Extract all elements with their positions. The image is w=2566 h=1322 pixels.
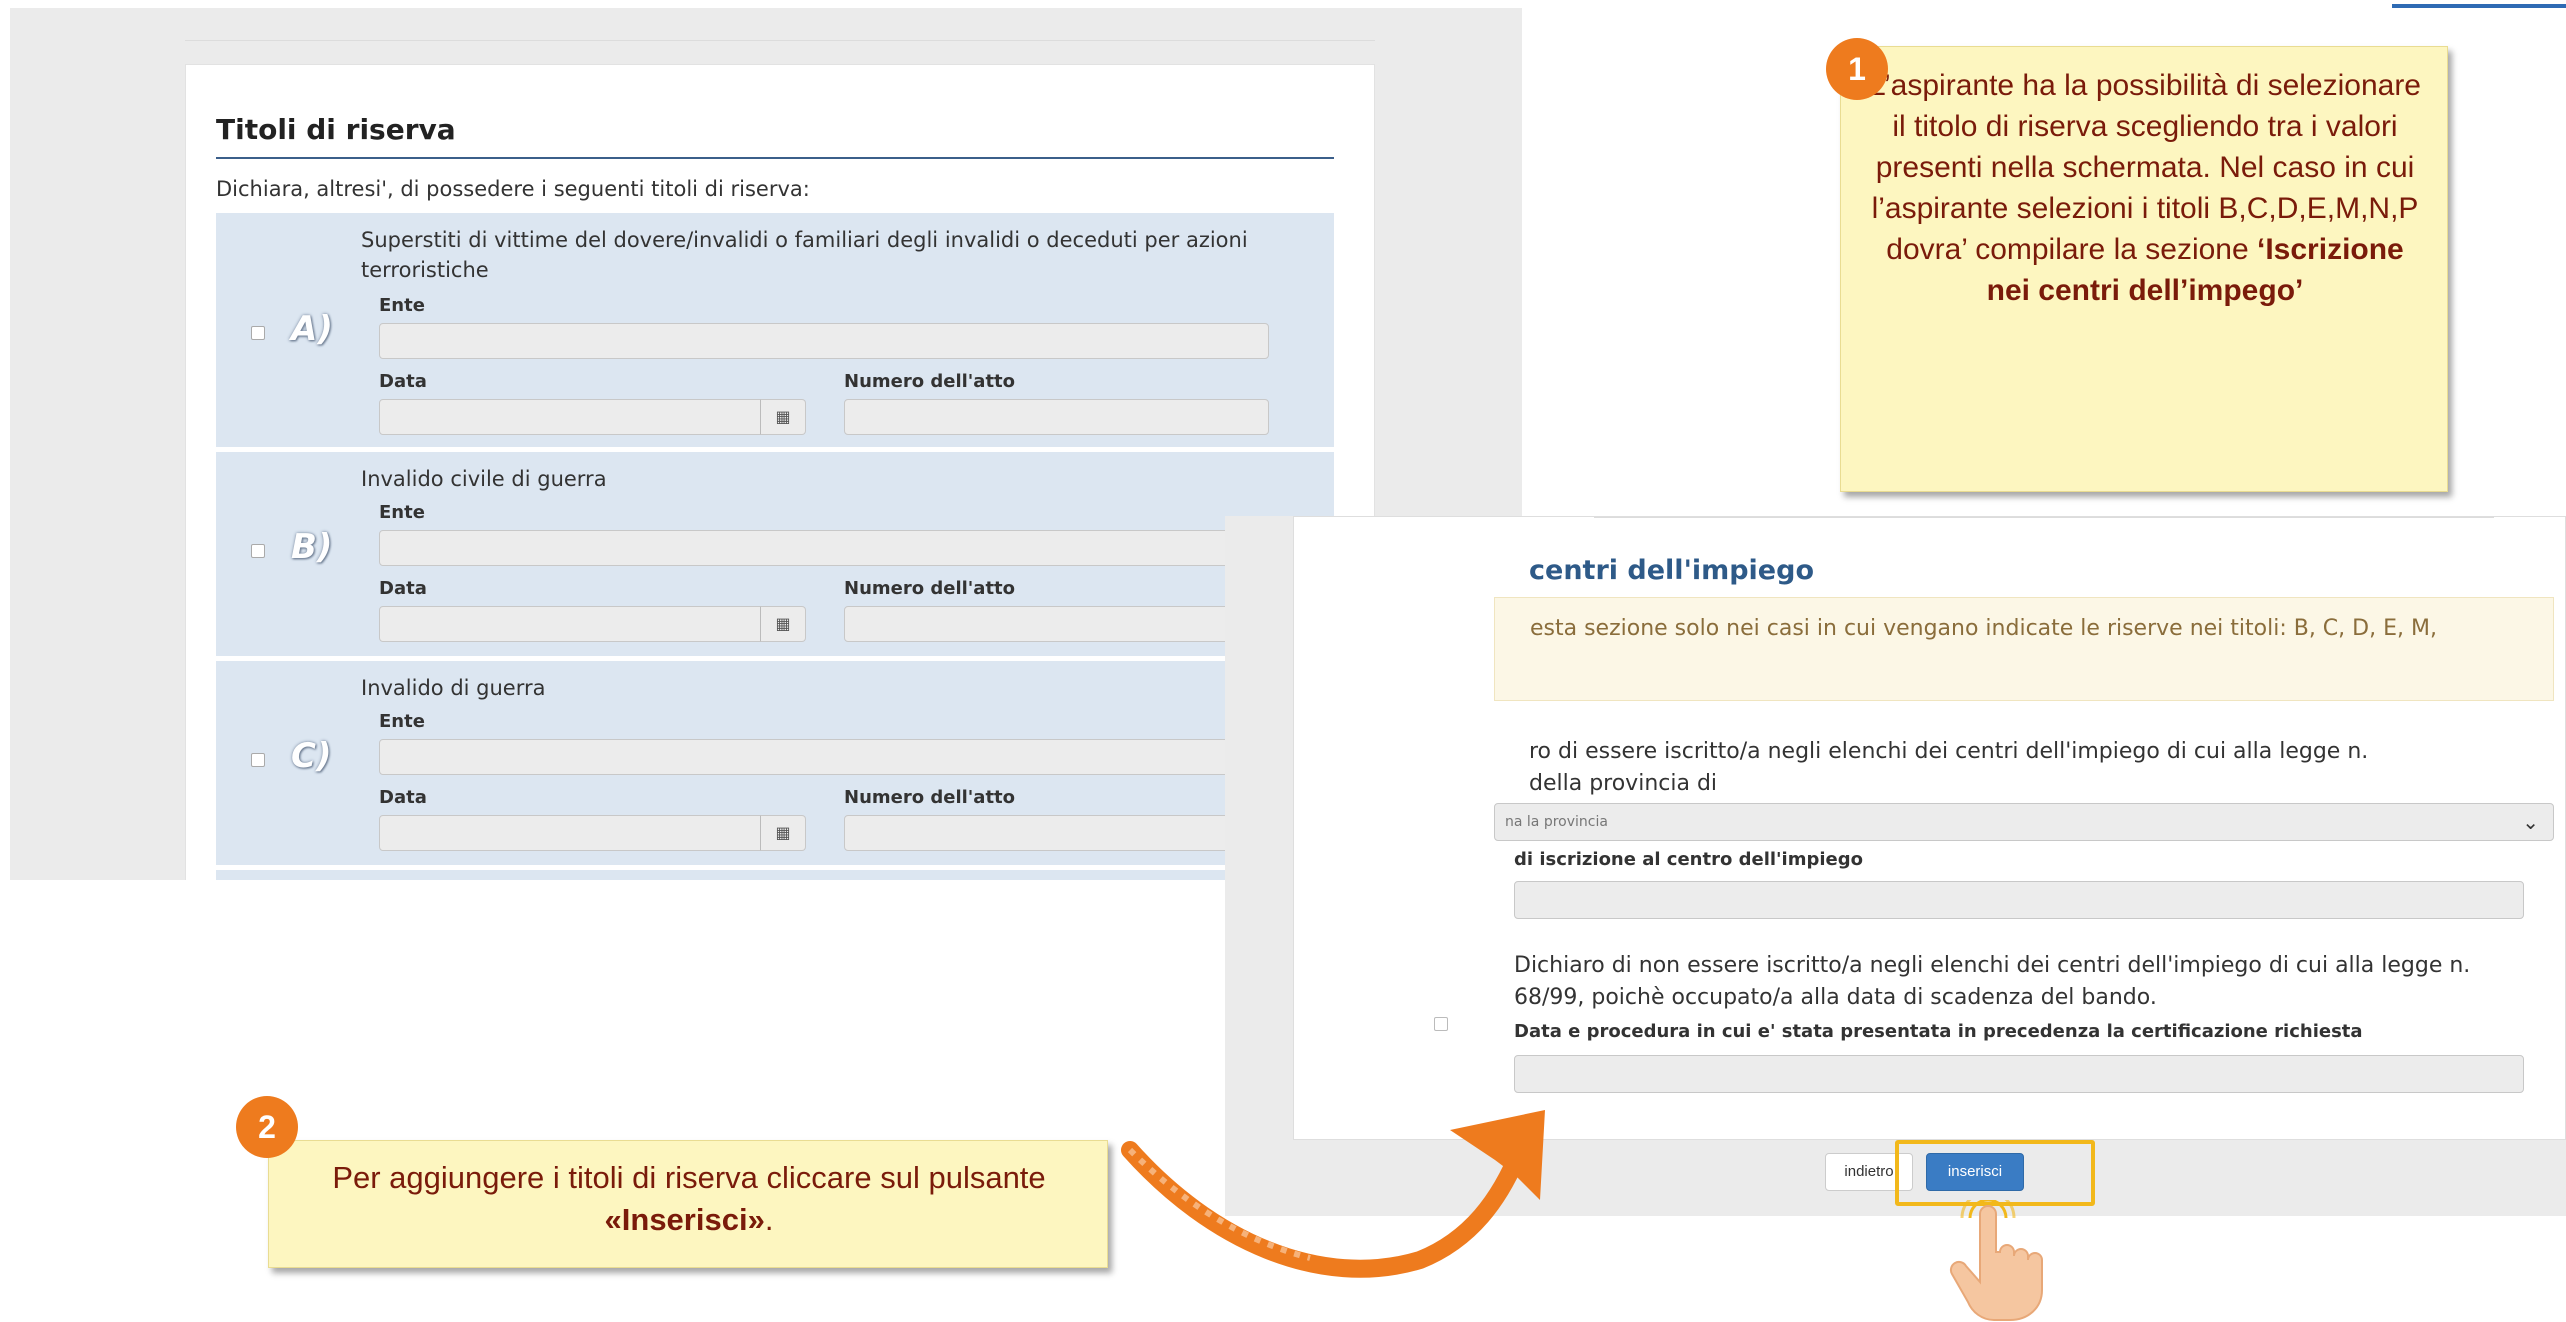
iscrizione-label: di iscrizione al centro dell'impiego bbox=[1514, 849, 1863, 870]
iscrizione-input[interactable] bbox=[1514, 881, 2524, 919]
province-select-value: na la provincia bbox=[1505, 814, 1608, 830]
numero-atto-input[interactable] bbox=[844, 399, 1269, 435]
centri-impiego-card: centri dell'impiego esta sezione solo ne… bbox=[1293, 516, 2566, 1140]
riserva-checkbox-b[interactable] bbox=[251, 544, 265, 558]
ente-label: Ente bbox=[379, 502, 425, 523]
chevron-down-icon: ⌄ bbox=[2522, 810, 2539, 834]
intro-text: Dichiara, altresi', di possedere i segue… bbox=[216, 177, 810, 201]
certificazione-label: Data e procedura in cui e' stata present… bbox=[1514, 1021, 2363, 1042]
step-badge-1: 1 bbox=[1826, 38, 1888, 100]
title-underline bbox=[216, 157, 1334, 159]
step-badge-2: 2 bbox=[236, 1096, 298, 1158]
warning-text: esta sezione solo nei casi in cui vengan… bbox=[1530, 616, 2437, 641]
divider bbox=[185, 40, 1375, 41]
ente-input[interactable] bbox=[379, 530, 1269, 566]
riserva-row-a: A) Superstiti di vittime del dovere/inva… bbox=[216, 213, 1334, 447]
curved-arrow-icon bbox=[1121, 1110, 1545, 1278]
ente-label: Ente bbox=[379, 295, 425, 316]
riserva-letter: B) bbox=[291, 527, 333, 567]
corner-logo-fragment bbox=[2392, 4, 2566, 8]
province-select[interactable]: na la provincia ⌄ bbox=[1494, 803, 2554, 841]
numero-atto-label: Numero dell'atto bbox=[844, 371, 1016, 392]
option2-checkbox[interactable] bbox=[1434, 1017, 1448, 1031]
riserva-description: Superstiti di vittime del dovere/invalid… bbox=[361, 228, 1248, 282]
riserva-description: Invalido di guerra bbox=[361, 676, 546, 700]
riserva-checkbox-c[interactable] bbox=[251, 753, 265, 767]
calendar-icon[interactable]: ▦ bbox=[760, 815, 806, 851]
data-label: Data bbox=[379, 787, 427, 808]
riserva-row-b: B) Invalido civile di guerra Ente Data ▦… bbox=[216, 452, 1334, 656]
riserva-row-d bbox=[216, 870, 1334, 880]
certificazione-input[interactable] bbox=[1514, 1055, 2524, 1093]
option1-text-line2: della provincia di bbox=[1529, 771, 1718, 796]
data-input[interactable] bbox=[379, 399, 761, 435]
insert-button-highlight bbox=[1895, 1140, 2095, 1206]
numero-atto-input[interactable] bbox=[844, 606, 1269, 642]
data-label: Data bbox=[379, 371, 427, 392]
numero-atto-input[interactable] bbox=[844, 815, 1269, 851]
calendar-icon[interactable]: ▦ bbox=[760, 399, 806, 435]
option2-text-line1: Dichiaro di non essere iscritto/a negli … bbox=[1514, 953, 2471, 978]
ente-input[interactable] bbox=[379, 739, 1269, 775]
riserva-row-c: C) Invalido di guerra Ente Data ▦ Numero… bbox=[216, 661, 1334, 865]
section-title: Titoli di riserva bbox=[216, 113, 456, 146]
data-input[interactable] bbox=[379, 606, 761, 642]
instruction-callout-2: Per aggiungere i titoli di riserva clicc… bbox=[268, 1140, 1108, 1268]
riserva-letter: A) bbox=[291, 309, 333, 349]
pointing-hand-icon bbox=[1949, 1200, 2043, 1321]
option2-text-line2: 68/99, poichè occupato/a alla data di sc… bbox=[1514, 985, 2157, 1010]
numero-atto-label: Numero dell'atto bbox=[844, 578, 1016, 599]
riserva-description: Invalido civile di guerra bbox=[361, 467, 607, 491]
option1-text-line1: ro di essere iscritto/a negli elenchi de… bbox=[1529, 739, 2369, 764]
calendar-icon[interactable]: ▦ bbox=[760, 606, 806, 642]
section-title: centri dell'impiego bbox=[1529, 555, 1814, 586]
ente-label: Ente bbox=[379, 711, 425, 732]
warning-box: esta sezione solo nei casi in cui vengan… bbox=[1494, 597, 2554, 701]
data-input[interactable] bbox=[379, 815, 761, 851]
riserva-letter: C) bbox=[291, 736, 332, 776]
riserva-checkbox-a[interactable] bbox=[251, 326, 265, 340]
instruction-callout-1: L’aspirante ha la possibilità di selezio… bbox=[1840, 46, 2448, 492]
ente-input[interactable] bbox=[379, 323, 1269, 359]
data-label: Data bbox=[379, 578, 427, 599]
titoli-riserva-card: Titoli di riserva Dichiara, altresi', di… bbox=[185, 64, 1375, 880]
callout-text: Per aggiungere i titoli di riserva clicc… bbox=[332, 1160, 1046, 1237]
divider bbox=[1594, 517, 2494, 518]
numero-atto-label: Numero dell'atto bbox=[844, 787, 1016, 808]
callout-text: L’aspirante ha la possibilità di selezio… bbox=[1868, 69, 2421, 307]
